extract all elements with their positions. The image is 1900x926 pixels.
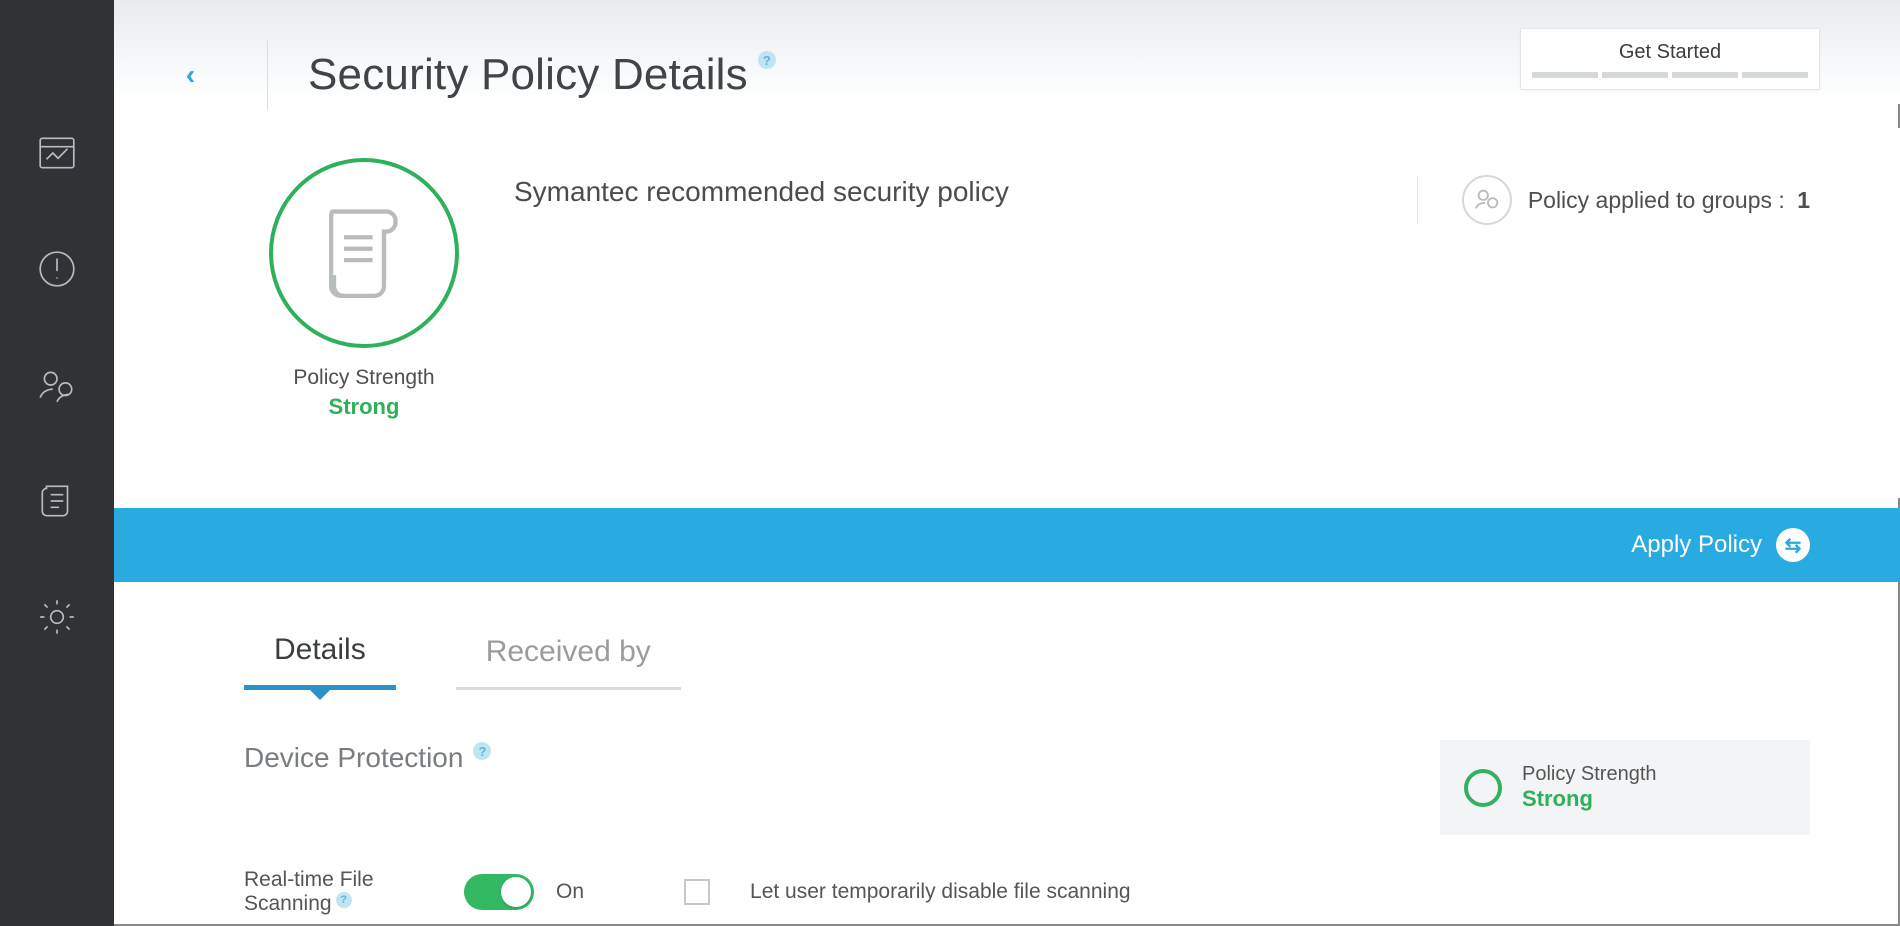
setting-label: Real-time File Scanning? <box>244 868 424 916</box>
sidepanel-strength-label: Policy Strength <box>1522 763 1657 786</box>
section-device-protection: Device Protection ? <box>244 742 491 774</box>
get-started-label: Get Started <box>1619 41 1721 64</box>
policy-scroll-icon <box>36 480 78 522</box>
allow-disable-checkbox[interactable] <box>684 879 710 905</box>
toggle-state-text: On <box>556 880 584 904</box>
policy-strength-sidepanel: Policy Strength Strong <box>1440 740 1810 835</box>
policy-strength-label: Policy Strength <box>264 366 464 390</box>
apply-policy-bar: Apply Policy ⇆ <box>114 508 1900 582</box>
help-icon[interactable]: ? <box>758 51 776 69</box>
sidebar-item-alerts[interactable] <box>34 246 80 292</box>
applied-count: 1 <box>1797 187 1810 213</box>
apply-policy-button[interactable]: Apply Policy ⇆ <box>1631 528 1810 562</box>
realtime-scan-toggle[interactable] <box>464 874 534 910</box>
sidepanel-strength-value: Strong <box>1522 786 1657 812</box>
groups-icon <box>1462 175 1512 225</box>
apply-policy-label: Apply Policy <box>1631 531 1762 559</box>
applied-label: Policy applied to groups : <box>1528 187 1785 213</box>
dashboard-icon <box>36 132 78 174</box>
allow-disable-label: Let user temporarily disable file scanni… <box>750 880 1131 904</box>
page-title: Security Policy Details <box>308 50 748 100</box>
help-icon[interactable]: ? <box>336 892 352 908</box>
sidebar-item-groups[interactable] <box>34 362 80 408</box>
policy-applied-info: Policy applied to groups : 1 <box>1417 176 1810 224</box>
alert-icon <box>36 248 78 290</box>
policy-name: Symantec recommended security policy <box>514 176 1009 208</box>
gear-icon <box>36 596 78 638</box>
help-icon[interactable]: ? <box>473 742 491 760</box>
sidebar <box>0 0 114 926</box>
scroll-icon <box>319 203 409 303</box>
setting-realtime-scanning: Real-time File Scanning? On Let user tem… <box>244 868 1810 916</box>
policy-strength-value: Strong <box>264 394 464 420</box>
tab-received-by[interactable]: Received by <box>456 635 681 690</box>
section-title-text: Device Protection <box>244 742 463 774</box>
sidebar-item-dashboard[interactable] <box>34 130 80 176</box>
sidebar-item-settings[interactable] <box>34 594 80 640</box>
back-button[interactable]: ‹ <box>186 61 195 89</box>
policy-strength-badge: Policy Strength Strong <box>264 158 464 420</box>
groups-icon <box>36 364 78 406</box>
onboarding-progress <box>1532 72 1808 78</box>
apply-icon: ⇆ <box>1776 528 1810 562</box>
back-region: ‹ <box>114 40 268 110</box>
policy-strength-ring <box>269 158 459 348</box>
policy-summary: Policy Strength Strong Symantec recommen… <box>114 128 1900 498</box>
sidebar-item-policies[interactable] <box>34 478 80 524</box>
get-started-card[interactable]: Get Started <box>1520 28 1820 90</box>
tab-details[interactable]: Details <box>244 633 396 690</box>
tabs: Details Received by <box>114 610 1900 690</box>
strength-ring-icon <box>1464 769 1502 807</box>
